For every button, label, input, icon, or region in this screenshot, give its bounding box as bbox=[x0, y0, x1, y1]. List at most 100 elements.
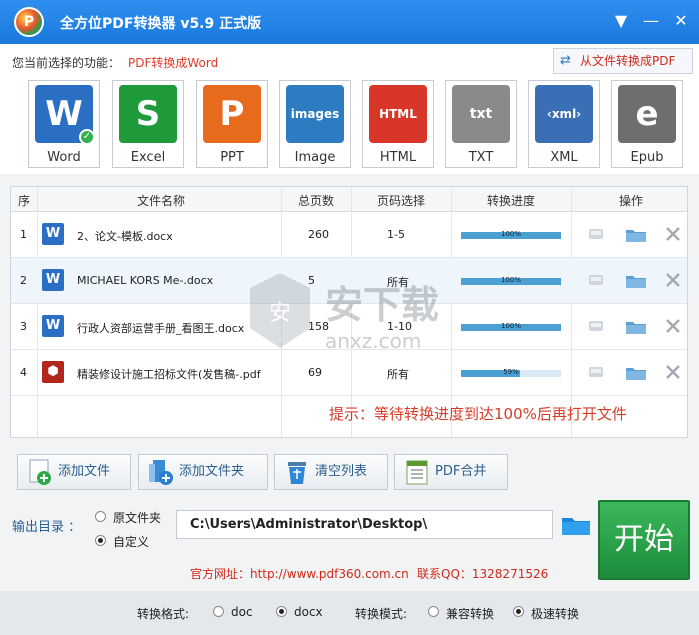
header-actions: 操作 bbox=[618, 194, 643, 208]
watermark-badge: 安 bbox=[269, 301, 291, 326]
row-filename: 精装修设计施工招标文件(发售稿-.pdf bbox=[77, 368, 261, 381]
watermark: 安 安下载 anxz.com bbox=[240, 268, 540, 358]
word-file-icon: W bbox=[42, 315, 64, 337]
format-label: Excel bbox=[130, 150, 166, 165]
mode-compat-label: 兼容转换 bbox=[446, 607, 495, 621]
output-path-input[interactable]: C:\Users\Administrator\Desktop\ bbox=[176, 510, 553, 539]
radio-custom-folder[interactable] bbox=[95, 535, 106, 546]
format-xml-button[interactable]: ‹xml› XML bbox=[528, 80, 600, 168]
format-epub-button[interactable]: e Epub bbox=[611, 80, 683, 168]
row-index: 1 bbox=[20, 228, 27, 241]
preview-icon[interactable] bbox=[586, 318, 606, 334]
progress-bar: 100% bbox=[461, 230, 561, 239]
mode-label: 转换模式: bbox=[355, 607, 408, 621]
radio-mode-compat[interactable] bbox=[428, 606, 439, 617]
close-button[interactable]: ✕ bbox=[668, 8, 694, 34]
image-icon: images bbox=[286, 85, 344, 143]
row-page-count: 69 bbox=[308, 366, 322, 379]
add-folder-button[interactable]: 添加文件夹 bbox=[138, 454, 268, 490]
format-label: Image bbox=[294, 150, 336, 165]
add-file-icon bbox=[29, 459, 51, 485]
preview-icon[interactable] bbox=[586, 226, 606, 242]
row-index: 3 bbox=[20, 320, 27, 333]
format-ppt-button[interactable]: P PPT bbox=[196, 80, 268, 168]
menu-dropdown-icon[interactable]: ▼ bbox=[608, 8, 634, 34]
format-label: Word bbox=[47, 150, 81, 165]
browse-folder-icon[interactable] bbox=[560, 510, 592, 538]
format-txt-button[interactable]: txt TXT bbox=[445, 80, 517, 168]
progress-text: 59% bbox=[503, 368, 519, 376]
function-row: 您当前选择的功能： PDF转换成Word ⇄ 从文件转换成PDF bbox=[0, 44, 699, 74]
mode-fast-label: 极速转换 bbox=[531, 607, 580, 621]
row-page-range: 所有 bbox=[387, 368, 409, 381]
preview-icon[interactable] bbox=[586, 364, 606, 380]
remove-icon[interactable] bbox=[663, 364, 683, 380]
add-file-button[interactable]: 添加文件 bbox=[17, 454, 131, 490]
word-file-icon: W bbox=[42, 223, 64, 245]
format-html-button[interactable]: HTML HTML bbox=[362, 80, 434, 168]
minimize-button[interactable]: — bbox=[638, 8, 664, 34]
start-button[interactable]: 开始 bbox=[598, 500, 690, 580]
remove-icon[interactable] bbox=[663, 226, 683, 242]
add-file-label: 添加文件 bbox=[58, 464, 111, 479]
format-label: TXT bbox=[468, 150, 494, 165]
app-logo: P bbox=[14, 7, 44, 37]
switch-to-pdf-button[interactable]: ⇄ 从文件转换成PDF bbox=[553, 48, 693, 74]
format-image-button[interactable]: images Image bbox=[279, 80, 351, 168]
remove-icon[interactable] bbox=[663, 272, 683, 288]
row-index: 4 bbox=[20, 366, 27, 379]
header-index: 序 bbox=[17, 194, 30, 208]
format-label: XML bbox=[550, 150, 578, 165]
format-label: HTML bbox=[379, 150, 417, 165]
html-icon-glyph: HTML bbox=[379, 107, 417, 121]
format-word-button[interactable]: W ✓ Word bbox=[28, 80, 100, 168]
radio-format-doc[interactable] bbox=[213, 606, 224, 617]
row-page-range: 1-5 bbox=[387, 228, 405, 241]
clear-list-button[interactable]: 清空列表 bbox=[274, 454, 388, 490]
output-dir-label: 输出目录 ： bbox=[12, 520, 82, 535]
ppt-icon: P bbox=[203, 85, 261, 143]
table-header: 序 文件名称 总页数 页码选择 转换进度 操作 bbox=[11, 187, 687, 212]
ppt-icon-glyph: P bbox=[219, 94, 245, 134]
xml-icon: ‹xml› bbox=[535, 85, 593, 143]
progress-text: 100% bbox=[500, 230, 521, 238]
open-folder-icon[interactable] bbox=[625, 226, 646, 242]
contact-qq: 联系QQ：1328271526 bbox=[417, 567, 549, 581]
pdf-merge-button[interactable]: PDF合并 bbox=[394, 454, 508, 490]
html-icon: HTML bbox=[369, 85, 427, 143]
xml-icon-glyph: ‹xml› bbox=[546, 107, 582, 121]
pdf-merge-label: PDF合并 bbox=[435, 464, 487, 479]
watermark-text: 安下载 bbox=[325, 283, 439, 327]
trash-icon bbox=[288, 462, 306, 484]
function-label: 您当前选择的功能： bbox=[12, 56, 121, 70]
epub-icon-glyph: e bbox=[635, 94, 659, 134]
row-page-count: 260 bbox=[308, 228, 329, 241]
row-index: 2 bbox=[20, 274, 27, 287]
format-label: 转换格式: bbox=[137, 607, 190, 621]
watermark-sub: anxz.com bbox=[325, 329, 421, 353]
open-folder-icon[interactable] bbox=[625, 272, 646, 288]
header-pages: 总页数 bbox=[297, 194, 334, 208]
remove-icon[interactable] bbox=[663, 318, 683, 334]
row-filename: 2、论文-模板.docx bbox=[77, 230, 173, 243]
switch-to-pdf-label: 从文件转换成PDF bbox=[580, 54, 676, 68]
open-folder-icon[interactable] bbox=[625, 364, 646, 380]
radio-mode-fast[interactable] bbox=[513, 606, 524, 617]
window-title: 全方位PDF转换器 v5.9 正式版 bbox=[60, 16, 262, 32]
swap-arrows-icon: ⇄ bbox=[560, 53, 571, 68]
pdf-merge-icon bbox=[406, 460, 428, 485]
selected-check-icon: ✓ bbox=[79, 129, 95, 145]
format-selector: W ✓ Word S Excel P PPT images Image HTML HTML txt TX… bbox=[0, 74, 699, 174]
word-file-icon: W bbox=[42, 269, 64, 291]
epub-icon: e bbox=[618, 85, 676, 143]
radio-original-folder[interactable] bbox=[95, 511, 106, 522]
pdf-file-icon: ⬢ bbox=[42, 361, 64, 383]
preview-icon[interactable] bbox=[586, 272, 606, 288]
radio-format-docx[interactable] bbox=[276, 606, 287, 617]
format-label: PPT bbox=[220, 150, 244, 165]
header-progress: 转换进度 bbox=[486, 194, 535, 208]
table-row[interactable]: W 1 2、论文-模板.docx 260 1-5 100% bbox=[11, 212, 687, 258]
format-excel-button[interactable]: S Excel bbox=[112, 80, 184, 168]
conversion-hint: 提示：等待转换进度到达100%后再打开文件 bbox=[329, 405, 627, 423]
open-folder-icon[interactable] bbox=[625, 318, 646, 334]
